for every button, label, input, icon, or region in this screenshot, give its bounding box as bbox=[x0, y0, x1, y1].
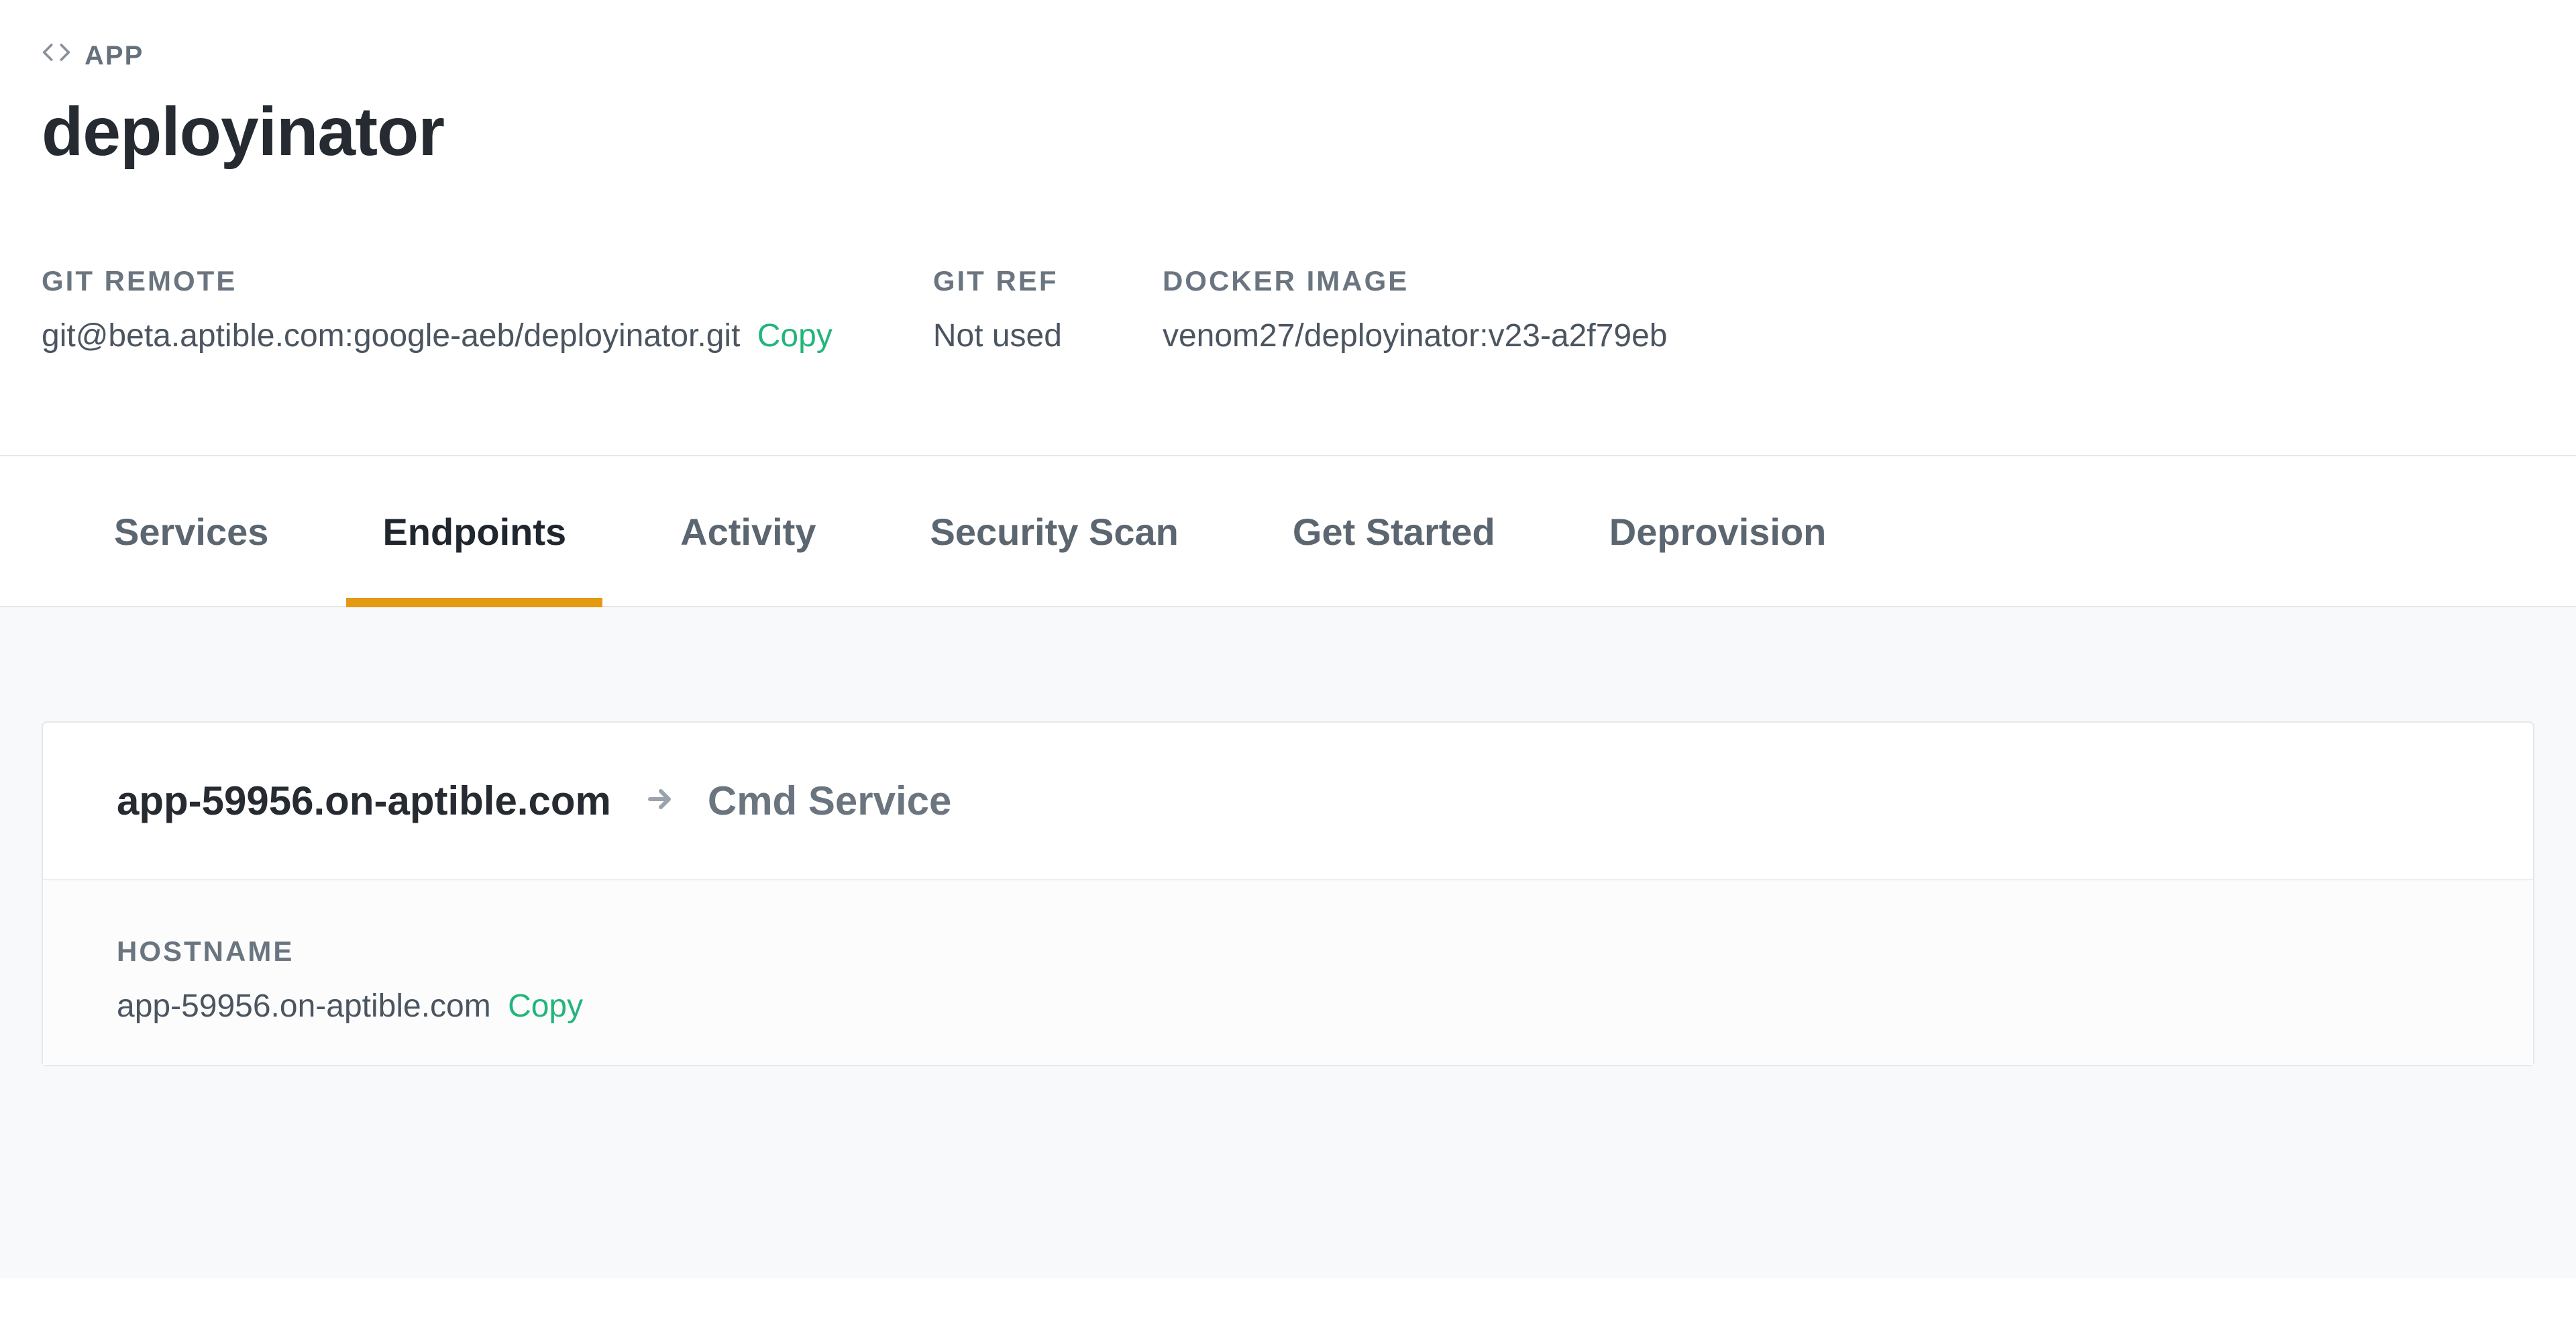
docker-image-value: venom27/deployinator:v23-a2f79eb bbox=[1163, 317, 1668, 354]
endpoint-card-header: app-59956.on-aptible.com Cmd Service bbox=[43, 723, 2533, 880]
tab-security-scan[interactable]: Security Scan bbox=[930, 456, 1178, 606]
meta-label: GIT REMOTE bbox=[42, 265, 833, 297]
endpoint-service: Cmd Service bbox=[708, 778, 952, 824]
tab-get-started[interactable]: Get Started bbox=[1293, 456, 1495, 606]
git-remote-value: git@beta.aptible.com:google-aeb/deployin… bbox=[42, 318, 740, 354]
tab-deprovision[interactable]: Deprovision bbox=[1609, 456, 1827, 606]
breadcrumb: APP bbox=[42, 38, 2534, 74]
endpoint-card: app-59956.on-aptible.com Cmd Service HOS… bbox=[42, 721, 2534, 1066]
breadcrumb-label: APP bbox=[85, 41, 144, 71]
meta-git-remote: GIT REMOTE git@beta.aptible.com:google-a… bbox=[42, 265, 833, 354]
endpoint-card-body: HOSTNAME app-59956.on-aptible.com Copy bbox=[43, 880, 2533, 1065]
tabs-bar: Services Endpoints Activity Security Sca… bbox=[0, 455, 2576, 607]
app-meta: GIT REMOTE git@beta.aptible.com:google-a… bbox=[42, 265, 2534, 354]
app-title: deployinator bbox=[42, 93, 2534, 171]
code-icon bbox=[42, 38, 71, 74]
tab-endpoints[interactable]: Endpoints bbox=[382, 456, 566, 606]
meta-label: GIT REF bbox=[933, 265, 1062, 297]
meta-git-ref: GIT REF Not used bbox=[933, 265, 1062, 354]
meta-docker-image: DOCKER IMAGE venom27/deployinator:v23-a2… bbox=[1163, 265, 1668, 354]
hostname-value: app-59956.on-aptible.com bbox=[117, 988, 491, 1024]
endpoint-host[interactable]: app-59956.on-aptible.com bbox=[117, 778, 611, 824]
app-header: APP deployinator GIT REMOTE git@beta.apt… bbox=[0, 0, 2576, 354]
copy-hostname-button[interactable]: Copy bbox=[508, 988, 583, 1024]
hostname-label: HOSTNAME bbox=[117, 935, 2459, 968]
tab-services[interactable]: Services bbox=[114, 456, 268, 606]
meta-value: git@beta.aptible.com:google-aeb/deployin… bbox=[42, 317, 833, 354]
arrow-right-icon bbox=[643, 783, 676, 819]
meta-label: DOCKER IMAGE bbox=[1163, 265, 1668, 297]
git-ref-value: Not used bbox=[933, 317, 1062, 354]
copy-git-remote-button[interactable]: Copy bbox=[757, 318, 833, 354]
tab-activity[interactable]: Activity bbox=[680, 456, 816, 606]
hostname-row: app-59956.on-aptible.com Copy bbox=[117, 988, 2459, 1025]
tab-content: app-59956.on-aptible.com Cmd Service HOS… bbox=[0, 607, 2576, 1278]
